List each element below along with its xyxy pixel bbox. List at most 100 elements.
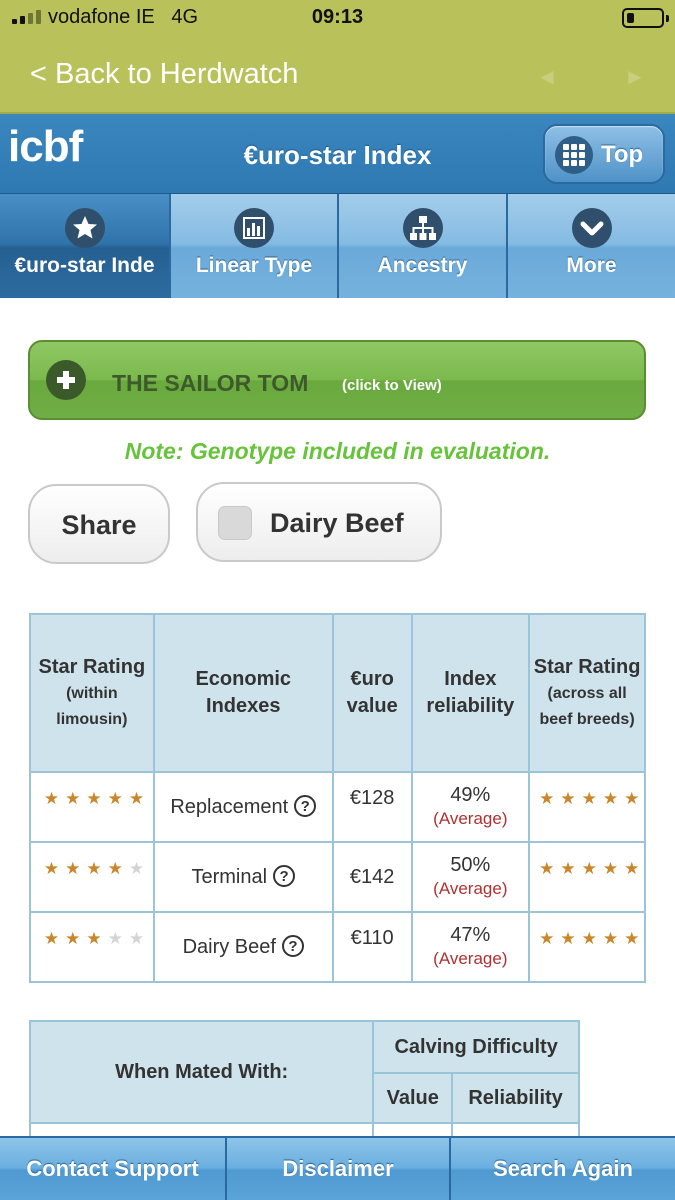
star-filled-icon: ★ xyxy=(43,859,66,878)
star-filled-icon: ★ xyxy=(560,859,582,878)
star-filled-icon: ★ xyxy=(539,859,561,878)
bar-chart-icon xyxy=(234,208,274,248)
back-to-herdwatch-link[interactable]: < Back to Herdwatch xyxy=(30,58,298,91)
col-euro-value: €uro value xyxy=(331,613,413,773)
tab-label: Ancestry xyxy=(377,254,468,277)
reliability: 47% (Average) xyxy=(410,911,531,983)
animal-name: THE SAILOR TOM xyxy=(112,370,309,396)
star-filled-icon: ★ xyxy=(560,929,582,948)
col-index-reliability: Index reliability xyxy=(410,613,531,773)
index-name: Replacement? xyxy=(152,771,334,843)
star-rating-across: ★★★★★ xyxy=(528,911,646,983)
status-bar: vodafone IE 4G 09:13 xyxy=(0,0,675,36)
clock: 09:13 xyxy=(311,6,364,28)
tab-label: €uro-star Inde xyxy=(14,254,155,277)
help-icon[interactable]: ? xyxy=(294,795,317,817)
contact-support-button[interactable]: Contact Support xyxy=(0,1136,227,1200)
euro-value: €110 xyxy=(331,911,413,983)
star-filled-icon: ★ xyxy=(581,859,603,878)
reliability: 49% (Average) xyxy=(410,771,531,843)
star-filled-icon: ★ xyxy=(624,859,646,878)
col-value: Value xyxy=(372,1072,454,1124)
star-filled-icon: ★ xyxy=(65,789,87,808)
dairy-beef-checkbox[interactable] xyxy=(218,506,252,540)
index-name: Terminal? xyxy=(152,841,334,913)
euro-value: €128 xyxy=(331,771,413,843)
disclaimer-button[interactable]: Disclaimer xyxy=(227,1136,451,1200)
grid-icon xyxy=(555,136,593,174)
table-header-row: When Mated With: Calving Difficulty xyxy=(28,1020,580,1124)
star-empty-icon: ★ xyxy=(107,929,129,948)
star-filled-icon: ★ xyxy=(581,789,603,808)
index-table: Star Rating (within limousin) Economic In… xyxy=(29,613,646,983)
star-rating-across: ★★★★★ xyxy=(528,771,646,843)
star-filled-icon: ★ xyxy=(539,929,561,948)
col-star-within: Star Rating (within limousin) xyxy=(29,613,155,773)
col-when-mated-with: When Mated With: xyxy=(28,1020,375,1124)
star-rating-within: ★★★★★ xyxy=(29,841,155,913)
battery-icon xyxy=(622,8,669,28)
col-star-across: Star Rating (across all beef breeds) xyxy=(528,613,646,773)
screen: vodafone IE 4G 09:13 < Back to Herdwatch… xyxy=(0,0,675,1200)
reliability: 50% (Average) xyxy=(410,841,531,913)
star-filled-icon: ★ xyxy=(581,929,603,948)
dairy-beef-label: Dairy Beef xyxy=(270,508,404,538)
next-arrow-icon[interactable]: ► xyxy=(624,64,646,90)
star-filled-icon: ★ xyxy=(602,859,625,878)
footer-bar: Contact Support Disclaimer Search Again xyxy=(0,1136,675,1200)
star-filled-icon: ★ xyxy=(624,789,646,808)
star-rating-within: ★★★★★ xyxy=(29,911,155,983)
tab-linear-type[interactable]: Linear Type xyxy=(171,194,339,298)
star-rating-across: ★★★★★ xyxy=(528,841,646,913)
star-filled-icon: ★ xyxy=(65,859,87,878)
tab-ancestry[interactable]: Ancestry xyxy=(339,194,508,298)
star-empty-icon: ★ xyxy=(128,929,151,948)
dairy-beef-toggle[interactable]: Dairy Beef xyxy=(196,482,442,562)
top-button-label: Top xyxy=(601,141,644,168)
star-filled-icon: ★ xyxy=(86,929,108,948)
col-calving-difficulty: Calving Difficulty xyxy=(372,1020,580,1074)
star-empty-icon: ★ xyxy=(128,859,151,878)
star-filled-icon: ★ xyxy=(539,789,561,808)
tab-more[interactable]: More xyxy=(508,194,675,298)
star-filled-icon: ★ xyxy=(86,859,108,878)
plus-icon xyxy=(46,360,86,400)
prev-arrow-icon[interactable]: ◄ xyxy=(536,64,558,90)
star-filled-icon: ★ xyxy=(624,929,646,948)
tab-euro-star-index[interactable]: €uro-star Inde xyxy=(0,194,171,298)
star-filled-icon: ★ xyxy=(128,789,151,808)
hierarchy-icon xyxy=(402,208,443,248)
euro-value: €142 xyxy=(331,841,413,913)
share-button[interactable]: Share xyxy=(28,484,170,564)
help-icon[interactable]: ? xyxy=(281,935,304,957)
star-filled-icon: ★ xyxy=(43,789,66,808)
star-filled-icon: ★ xyxy=(560,789,582,808)
star-filled-icon: ★ xyxy=(43,929,66,948)
star-rating-within: ★★★★★ xyxy=(29,771,155,843)
tab-bar: €uro-star Inde Linear Type Ancestry More xyxy=(0,194,675,298)
star-filled-icon: ★ xyxy=(107,789,129,808)
star-filled-icon: ★ xyxy=(65,929,87,948)
click-to-view-hint: (click to View) xyxy=(342,377,442,394)
share-button-label: Share xyxy=(61,510,137,540)
star-filled-icon: ★ xyxy=(107,859,129,878)
col-reliability: Reliability xyxy=(451,1072,580,1124)
tab-label: More xyxy=(566,254,617,277)
star-icon xyxy=(64,208,105,248)
top-button[interactable]: Top xyxy=(543,124,665,184)
help-icon[interactable]: ? xyxy=(273,865,296,887)
table-row: ★★★★★ Terminal? €142 50% (Average) ★★★★★ xyxy=(29,841,646,913)
app-header: icbf €uro-star Index Top xyxy=(0,114,675,194)
table-header-row: Star Rating (within limousin) Economic In… xyxy=(29,613,646,773)
tab-label: Linear Type xyxy=(195,254,313,277)
col-economic-indexes: Economic Indexes xyxy=(152,613,334,773)
browser-nav-bar: < Back to Herdwatch ◄ ► xyxy=(0,36,675,114)
table-row: ★★★★★ Replacement? €128 49% (Average) ★★★… xyxy=(29,771,646,843)
genotype-note: Note: Genotype included in evaluation. xyxy=(124,438,551,464)
search-again-button[interactable]: Search Again xyxy=(451,1136,675,1200)
star-filled-icon: ★ xyxy=(86,789,108,808)
chevron-down-icon xyxy=(571,208,612,248)
star-filled-icon: ★ xyxy=(602,789,625,808)
star-filled-icon: ★ xyxy=(602,929,625,948)
animal-details-button[interactable]: THE SAILOR TOM (click to View) xyxy=(28,340,646,420)
